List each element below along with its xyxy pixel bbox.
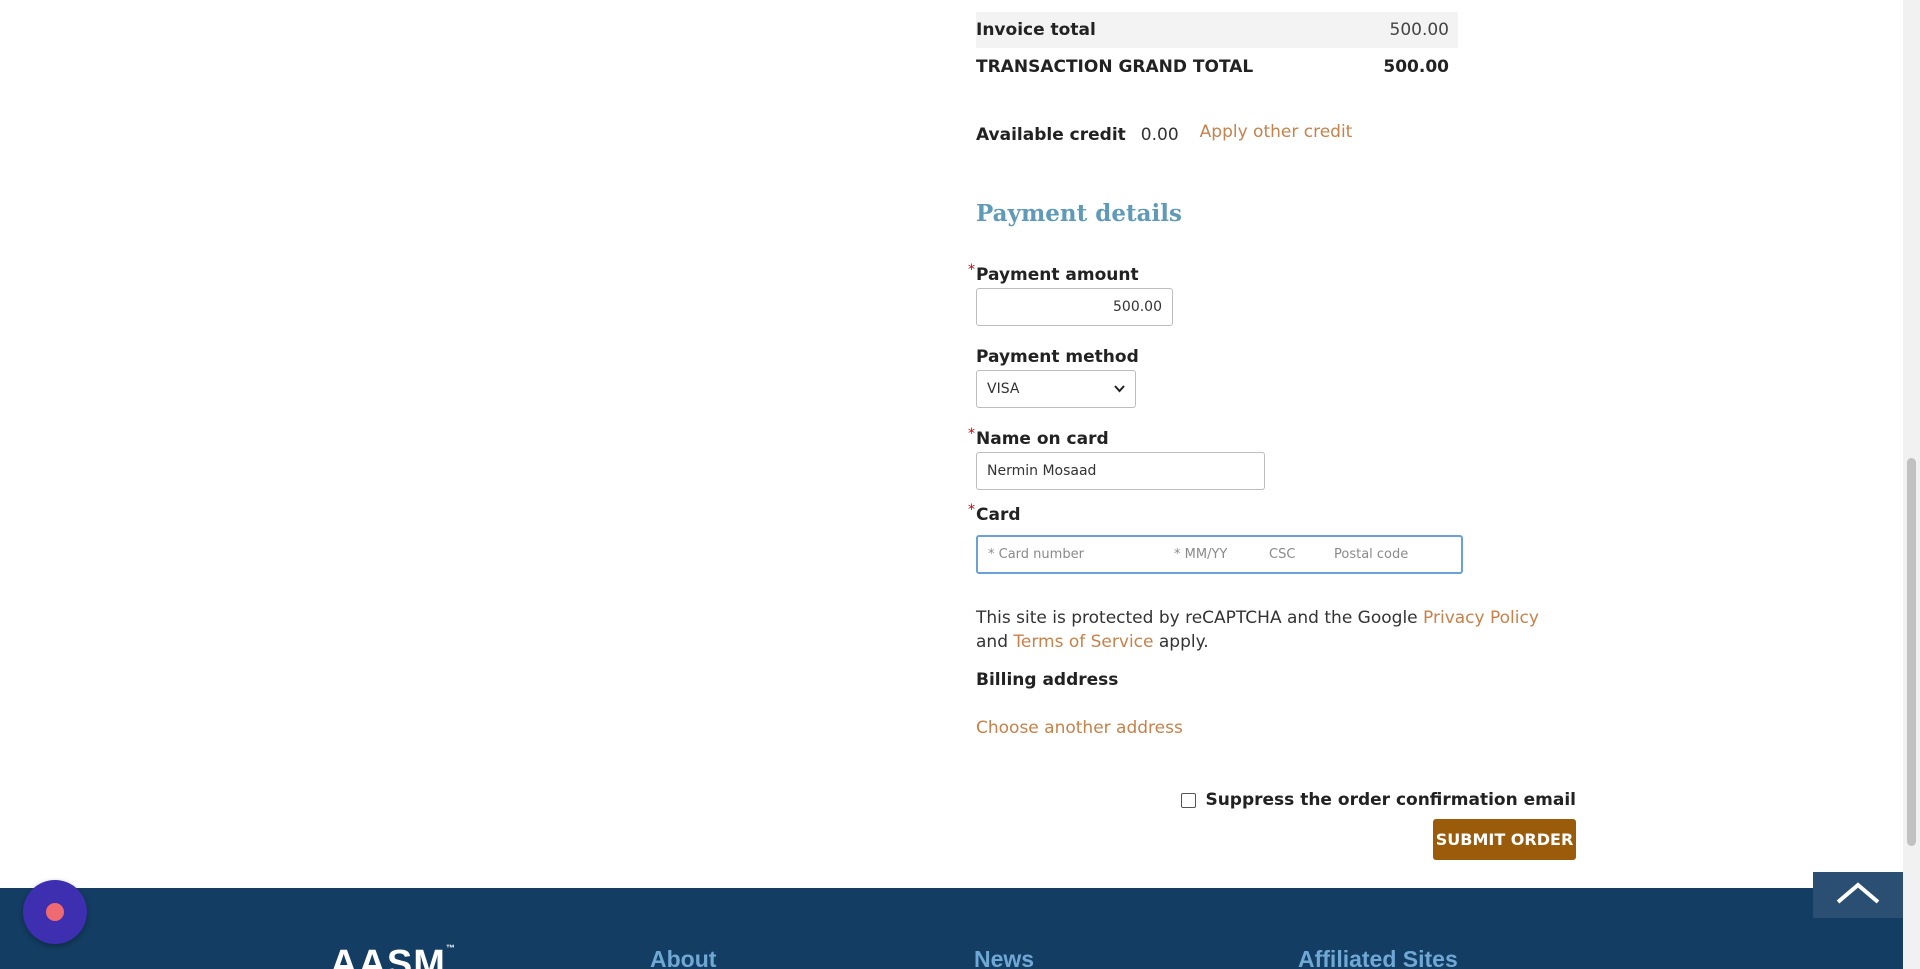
required-marker: * bbox=[968, 262, 975, 278]
footer-link-affiliated-sites[interactable]: Affiliated Sites bbox=[1298, 946, 1458, 969]
choose-another-address-link[interactable]: Choose another address bbox=[976, 718, 1183, 738]
recaptcha-text: This site is protected by reCAPTCHA and … bbox=[976, 608, 1424, 628]
invoice-total-label: Invoice total bbox=[976, 20, 1096, 40]
invoice-total-value: 500.00 bbox=[1389, 20, 1449, 40]
privacy-policy-link[interactable]: Privacy Policy bbox=[1423, 608, 1539, 628]
page-scrollbar[interactable] bbox=[1903, 0, 1920, 969]
recaptcha-and-text: and bbox=[976, 632, 1014, 652]
apply-other-credit-link[interactable]: Apply other credit bbox=[1200, 122, 1353, 142]
name-on-card-input[interactable]: Nermin Mosaad bbox=[976, 452, 1265, 490]
payment-amount-value: 500.00 bbox=[1113, 299, 1162, 315]
card-label-text: Card bbox=[976, 505, 1021, 525]
available-credit-label: Available credit bbox=[976, 125, 1126, 145]
recaptcha-apply-text: apply. bbox=[1153, 632, 1209, 652]
available-credit-value: 0.00 bbox=[1140, 125, 1179, 145]
payment-amount-label: * Payment amount bbox=[968, 262, 1139, 285]
required-marker: * bbox=[968, 426, 975, 442]
card-label: * Card bbox=[968, 502, 1021, 525]
available-credit: Available credit 0.00 Apply other credit bbox=[976, 122, 1353, 145]
terms-of-service-link[interactable]: Terms of Service bbox=[1013, 632, 1153, 652]
name-on-card-value: Nermin Mosaad bbox=[987, 463, 1097, 479]
grand-total-row: TRANSACTION GRAND TOTAL 500.00 bbox=[976, 49, 1458, 85]
footer-logo-text: AASM bbox=[330, 943, 446, 969]
suppress-email-checkbox[interactable] bbox=[1181, 792, 1197, 808]
card-number-field[interactable]: * Card number bbox=[988, 547, 1174, 562]
payment-method-label: Payment method bbox=[976, 347, 1139, 367]
chat-launcher-button[interactable] bbox=[23, 880, 87, 944]
name-on-card-label-text: Name on card bbox=[976, 429, 1109, 449]
card-input-group[interactable]: * Card number * MM/YY CSC Postal code bbox=[976, 535, 1463, 574]
chevron-down-icon bbox=[1114, 383, 1125, 396]
back-to-top-button[interactable] bbox=[1813, 872, 1903, 918]
payment-method-value: VISA bbox=[987, 381, 1020, 397]
payment-amount-input[interactable]: 500.00 bbox=[976, 288, 1173, 326]
site-footer: AASM™ About News Affiliated Sites bbox=[0, 888, 1903, 969]
chevron-up-icon bbox=[1835, 881, 1881, 909]
payment-method-select[interactable]: VISA bbox=[976, 370, 1136, 408]
grand-total-label: TRANSACTION GRAND TOTAL bbox=[976, 57, 1254, 77]
invoice-total-row: Invoice total 500.00 bbox=[976, 12, 1458, 48]
footer-link-about[interactable]: About bbox=[650, 946, 716, 969]
payment-amount-label-text: Payment amount bbox=[976, 265, 1139, 285]
card-postal-code-field[interactable]: Postal code bbox=[1334, 547, 1408, 562]
card-csc-field[interactable]: CSC bbox=[1269, 547, 1334, 562]
card-expiry-field[interactable]: * MM/YY bbox=[1174, 547, 1269, 562]
footer-logo-trademark: ™ bbox=[445, 943, 456, 953]
recaptcha-notice: This site is protected by reCAPTCHA and … bbox=[976, 606, 1566, 654]
suppress-confirmation-email: Suppress the order confirmation email bbox=[976, 790, 1576, 810]
name-on-card-label: * Name on card bbox=[968, 426, 1109, 449]
chat-launcher-icon bbox=[46, 903, 64, 921]
footer-logo[interactable]: AASM™ bbox=[330, 943, 456, 969]
payment-details-title: Payment details bbox=[976, 200, 1182, 227]
required-marker: * bbox=[968, 502, 975, 518]
submit-order-button[interactable]: SUBMIT ORDER bbox=[1433, 819, 1576, 860]
billing-address-label: Billing address bbox=[976, 670, 1119, 690]
scrollbar-thumb[interactable] bbox=[1907, 458, 1916, 846]
grand-total-value: 500.00 bbox=[1383, 57, 1449, 77]
footer-link-news[interactable]: News bbox=[974, 946, 1034, 969]
suppress-email-label[interactable]: Suppress the order confirmation email bbox=[1205, 790, 1576, 810]
